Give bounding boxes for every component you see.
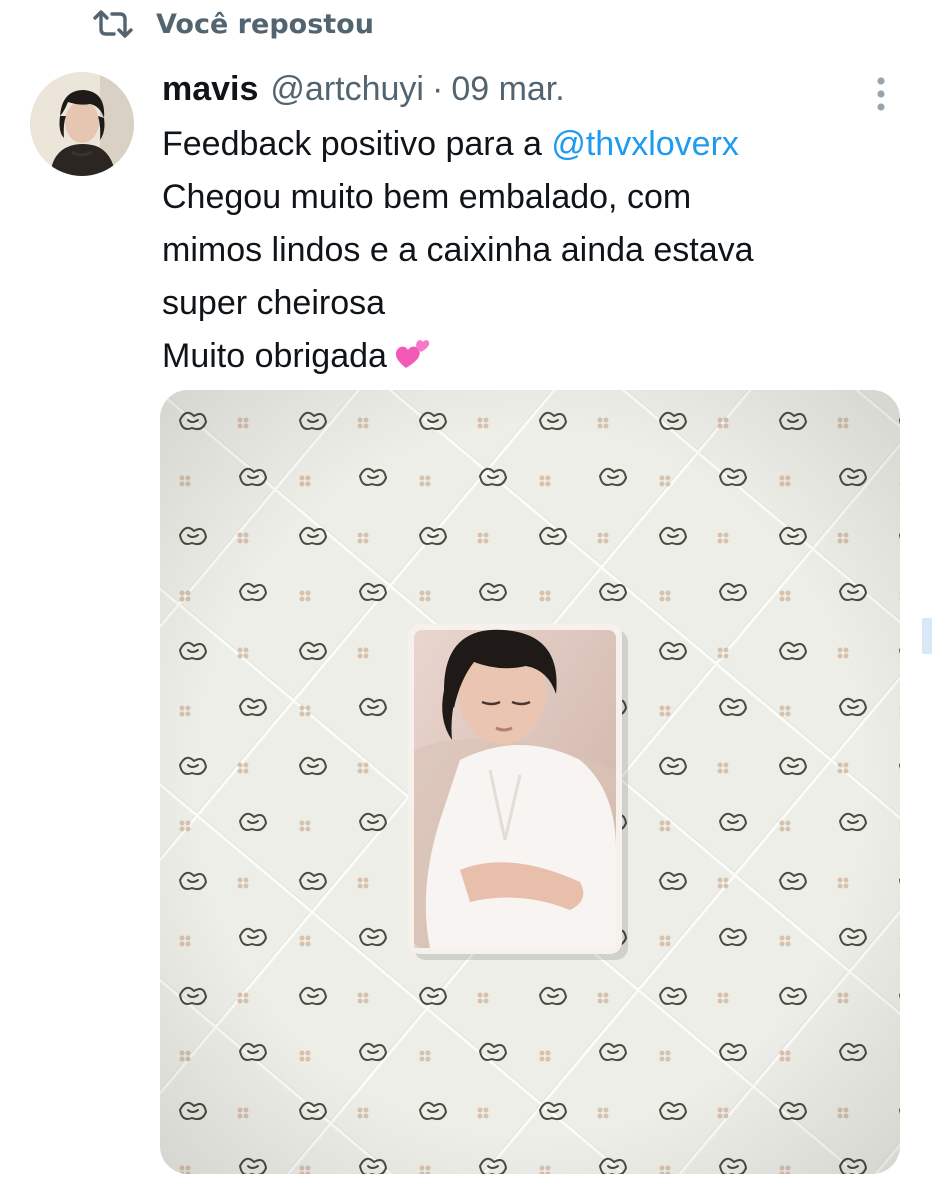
two-hearts-icon [395,337,431,371]
tweet-line-5: Muito obrigada [162,330,902,383]
tweet-line-4: super cheirosa [162,284,386,322]
more-vertical-icon [877,77,885,111]
profile-photo [30,72,134,176]
tweet-photo[interactable] [160,390,900,1174]
repost-indicator[interactable]: Você repostou [92,4,374,44]
tweet-line-3: mimos lindos e a caixinha ainda estava [162,231,754,269]
repost-label: Você repostou [156,8,374,40]
tweet-line-1-text: Feedback positivo para a [162,125,552,163]
photocard [408,624,628,960]
author-handle[interactable]: @artchuyi [270,70,424,109]
mention-link[interactable]: @thvxloverx [551,125,739,163]
tweet-line-2: Chegou muito bem embalado, com [162,178,692,216]
tweet-header: mavis @artchuyi · 09 mar. [162,70,565,114]
scroll-indicator [922,618,932,654]
author-display-name[interactable]: mavis [162,70,258,109]
repost-icon [92,9,134,39]
header-separator: · [431,70,444,108]
more-options-button[interactable] [864,72,898,116]
photo-quilt-photocard [160,390,900,1174]
tweet-line-5-text: Muito obrigada [162,337,387,375]
author-avatar[interactable] [30,72,134,176]
tweet-line-1: Feedback positivo para a @thvxloverx [162,118,902,171]
tweet-text: Feedback positivo para a @thvxloverx Che… [162,118,902,383]
tweet-date[interactable]: 09 mar. [451,70,564,109]
